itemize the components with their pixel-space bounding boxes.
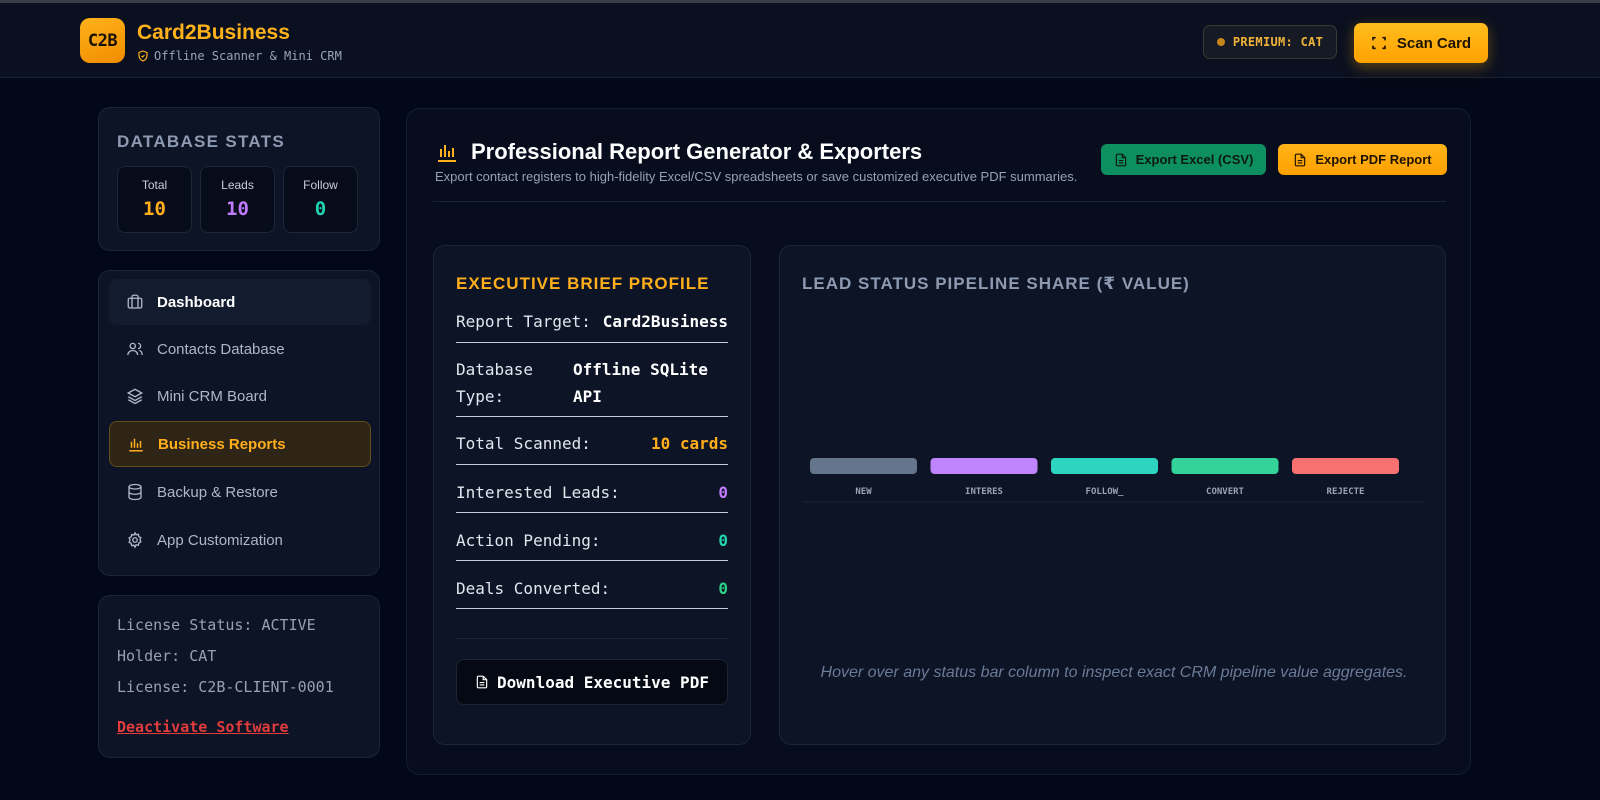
chart-tick-label: FOLLOW_ [1086,487,1125,497]
page-subtitle: Export contact registers to high-fidelit… [435,169,1078,184]
stat-value: 0 [314,198,327,220]
chart-hint: Hover over any status bar column to insp… [820,664,1408,681]
stat-value: 10 [143,198,166,220]
export-excel-button[interactable]: Export Excel (CSV) [1101,144,1266,175]
download-executive-pdf-button[interactable]: Download Executive PDF [456,659,728,705]
download-executive-pdf-label: Download Executive PDF [497,672,709,692]
brief-value: 0 [718,579,728,598]
scan-card-label: Scan Card [1396,34,1472,52]
stats-title: DATABASE STATS [117,132,286,151]
brief-row-action-pending: Action Pending: 0 [456,531,728,561]
database-icon [128,483,142,501]
layers-icon [126,388,144,405]
brief-label: Total Scanned: [456,434,591,453]
chart-tick-label: REJECTE [1327,487,1365,497]
sidebar-nav: Dashboard Contacts Database Mini CRM Boa… [98,270,380,576]
chart-tick-label: INTERES [965,487,1003,497]
sidebar-item-label: App Customization [157,531,283,549]
chart-tick-label: CONVERT [1206,487,1245,497]
brief-label: Report Target: [456,312,591,331]
chart-bar-new[interactable] [810,458,917,474]
brief-value: 0 [718,483,728,502]
brand-subtitle-text: Offline Scanner & Mini CRM [154,49,342,63]
file-icon [476,675,488,689]
lead-status-bar-chart: NEW INTERES FOLLOW_ CONVERT REJECTE [802,458,1425,503]
report-generator-panel: Professional Report Generator & Exporter… [406,108,1471,775]
status-dot-icon [1216,38,1225,46]
stat-card-follow: Follow 0 [283,166,358,233]
bar-chart-icon [129,438,143,452]
brief-row-deals-converted: Deals Converted: 0 [456,579,728,609]
stat-card-leads: Leads 10 [200,166,275,233]
brief-label: Deals Converted: [456,579,611,598]
brand-title: Card2Business [137,21,290,44]
chart-tick-label: NEW [855,487,872,497]
sidebar-item-customization[interactable]: App Customization [109,517,371,563]
executive-brief-panel: EXECUTIVE BRIEF PROFILE Report Target: C… [433,245,751,745]
top-bar: C2B Card2Business Offline Scanner & Mini… [0,3,1600,78]
scan-card-button[interactable]: Scan Card [1354,23,1488,63]
premium-label: PREMIUM: CAT [1232,35,1324,49]
file-icon [1295,153,1306,166]
brief-label: Action Pending: [456,531,601,550]
brief-row-database-type: Database Type: Offline SQLite API [456,360,728,417]
app-logo: C2B [80,18,125,63]
sidebar-item-label: Backup & Restore [157,483,278,501]
stat-label: Follow [303,178,338,192]
sidebar-item-crm-board[interactable]: Mini CRM Board [109,373,371,419]
brief-value: 0 [718,531,728,550]
header-divider [433,201,1446,202]
gear-icon [128,531,142,549]
chart-bar-convert[interactable] [1171,458,1279,474]
chart-bar-interes[interactable] [930,458,1038,474]
stat-value: 10 [226,198,249,220]
scan-icon [1372,36,1386,50]
sidebar-item-dashboard[interactable]: Dashboard [109,279,371,325]
chart-bar-rejecte[interactable] [1292,458,1399,474]
shield-icon [138,50,148,62]
license-panel: License Status: ACTIVE Holder: CAT Licen… [98,595,380,758]
brief-row-interested-leads: Interested Leads: 0 [456,483,728,513]
export-pdf-button[interactable]: Export PDF Report [1278,144,1447,175]
brief-value: 10 cards [650,434,728,453]
sidebar-item-business-reports[interactable]: Business Reports [109,421,371,467]
deactivate-software-link[interactable]: Deactivate Software [117,718,289,736]
sidebar-item-label: Mini CRM Board [157,387,268,405]
brief-label: Type: [456,387,505,406]
sidebar-item-label: Dashboard [157,293,236,311]
brief-label: Database [456,360,534,379]
export-pdf-label: Export PDF Report [1315,152,1432,167]
brief-title: EXECUTIVE BRIEF PROFILE [456,274,710,293]
sidebar-item-backup[interactable]: Backup & Restore [109,469,371,515]
license-status: License Status: ACTIVE [117,616,316,634]
lead-status-chart-panel: LEAD STATUS PIPELINE SHARE (₹ VALUE) NEW… [779,245,1446,745]
license-key: License: C2B-CLIENT-0001 [117,678,334,696]
file-icon [1115,153,1126,166]
license-holder: Holder: CAT [117,647,217,665]
page-title-text: Professional Report Generator & Exporter… [471,139,923,164]
brief-label: Interested Leads: [456,483,620,502]
brand-subtitle: Offline Scanner & Mini CRM [137,49,342,63]
briefcase-icon [127,294,143,309]
bar-chart-icon [438,145,456,162]
users-icon [127,342,143,356]
brief-value: API [573,387,602,406]
chart-bar-follow[interactable] [1051,458,1158,474]
sidebar-item-contacts[interactable]: Contacts Database [109,326,371,372]
sidebar-item-label: Contacts Database [157,340,285,358]
premium-badge: PREMIUM: CAT [1203,25,1337,59]
brief-divider [456,638,728,639]
stat-label: Total [141,178,168,192]
stat-card-total: Total 10 [117,166,192,233]
brief-row-total-scanned: Total Scanned: 10 cards [456,434,728,465]
export-excel-label: Export Excel (CSV) [1135,152,1254,167]
brief-row-report-target: Report Target: Card2Business [456,312,728,343]
brief-value: Card2Business [602,312,728,331]
stat-label: Leads [221,178,254,192]
brief-value: Offline SQLite [573,360,708,379]
sidebar-item-label: Business Reports [158,435,286,453]
page-title: Professional Report Generator & Exporter… [435,139,922,165]
database-stats-panel: DATABASE STATS Total 10 Leads 10 Follow … [98,107,380,251]
